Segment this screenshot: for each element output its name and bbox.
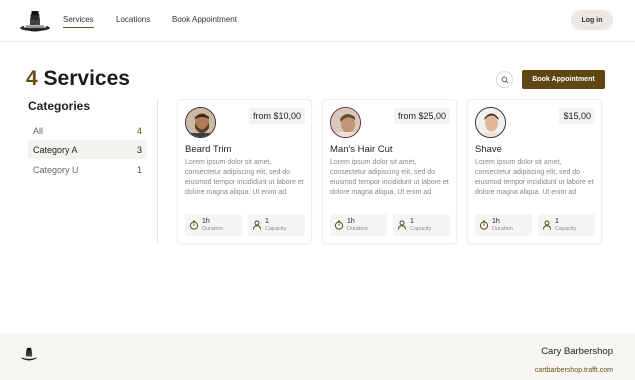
service-description: Lorem ipsum dolor sit amet, consectetur … (330, 159, 449, 196)
footer-business-name: Cary Barbershop (541, 346, 613, 357)
stopwatch-icon (479, 220, 489, 230)
capacity-value: 1 (555, 218, 559, 225)
service-avatar (475, 107, 506, 138)
service-card-beard-trim[interactable]: from $10,00 Beard Trim Lorem ipsum dolor… (177, 99, 312, 244)
categories-title: Categories (28, 99, 91, 113)
service-description: Lorem ipsum dolor sit amet, consectetur … (475, 159, 594, 196)
nav-book-appointment[interactable]: Book Appointment (172, 15, 237, 24)
person-icon (543, 220, 551, 230)
service-card-mans-hair-cut[interactable]: from $25,00 Man's Hair Cut Lorem ipsum d… (322, 99, 457, 244)
login-button[interactable]: Log in (571, 10, 613, 30)
book-appointment-button[interactable]: Book Appointment (522, 70, 605, 89)
services-count: 4 (26, 67, 38, 90)
footer: Cary Barbershop cartbarbershop.trafft.co… (0, 333, 635, 380)
top-header: Services Locations Book Appointment Log … (0, 0, 635, 42)
category-label: Category A (33, 144, 78, 155)
page-title-text: Services (43, 67, 130, 90)
nav-services[interactable]: Services (63, 15, 94, 28)
category-count: 3 (136, 144, 142, 155)
category-label: All (33, 125, 44, 136)
service-price: from $25,00 (393, 108, 450, 124)
service-avatar (330, 107, 361, 138)
service-avatar (185, 107, 216, 138)
capacity-stat: 1 Capacity (248, 214, 305, 236)
person-icon (253, 220, 261, 230)
duration-stat: 1h Duration (185, 214, 242, 236)
capacity-stat: 1 Capacity (538, 214, 595, 236)
search-icon (500, 75, 509, 84)
duration-value: 1h (202, 218, 210, 225)
category-label: Category U (33, 164, 79, 175)
duration-value: 1h (492, 218, 500, 225)
duration-value: 1h (347, 218, 355, 225)
duration-label: Duration (347, 226, 368, 232)
footer-logo (18, 346, 40, 362)
capacity-label: Capacity (555, 226, 577, 232)
category-item-all[interactable]: All 4 (28, 121, 147, 140)
person-icon (398, 220, 406, 230)
capacity-value: 1 (265, 218, 269, 225)
nav-locations[interactable]: Locations (116, 15, 150, 24)
capacity-label: Capacity (265, 226, 287, 232)
category-count: 4 (136, 125, 142, 136)
stopwatch-icon (334, 220, 344, 230)
duration-stat: 1h Duration (475, 214, 532, 236)
category-item-a[interactable]: Category A 3 (28, 140, 147, 159)
service-name: Man's Hair Cut (330, 144, 393, 155)
service-price: from $10,00 (248, 108, 305, 124)
page-title: 4 Services (26, 67, 130, 91)
capacity-value: 1 (410, 218, 414, 225)
duration-label: Duration (202, 226, 223, 232)
footer-website-link[interactable]: cartbarbershop.trafft.com (535, 367, 613, 374)
service-name: Shave (475, 144, 502, 155)
sidebar-divider (157, 99, 158, 243)
capacity-stat: 1 Capacity (393, 214, 450, 236)
stopwatch-icon (189, 220, 199, 230)
capacity-label: Capacity (410, 226, 432, 232)
service-price: $15,00 (559, 108, 595, 124)
service-description: Lorem ipsum dolor sit amet, consectetur … (185, 159, 304, 196)
duration-stat: 1h Duration (330, 214, 387, 236)
category-item-u[interactable]: Category U 1 (28, 160, 147, 179)
search-button[interactable] (496, 71, 513, 88)
service-name: Beard Trim (185, 144, 232, 155)
duration-label: Duration (492, 226, 513, 232)
barbershop-logo[interactable] (18, 8, 52, 34)
service-card-shave[interactable]: $15,00 Shave Lorem ipsum dolor sit amet,… (467, 99, 602, 244)
category-count: 1 (136, 164, 142, 175)
